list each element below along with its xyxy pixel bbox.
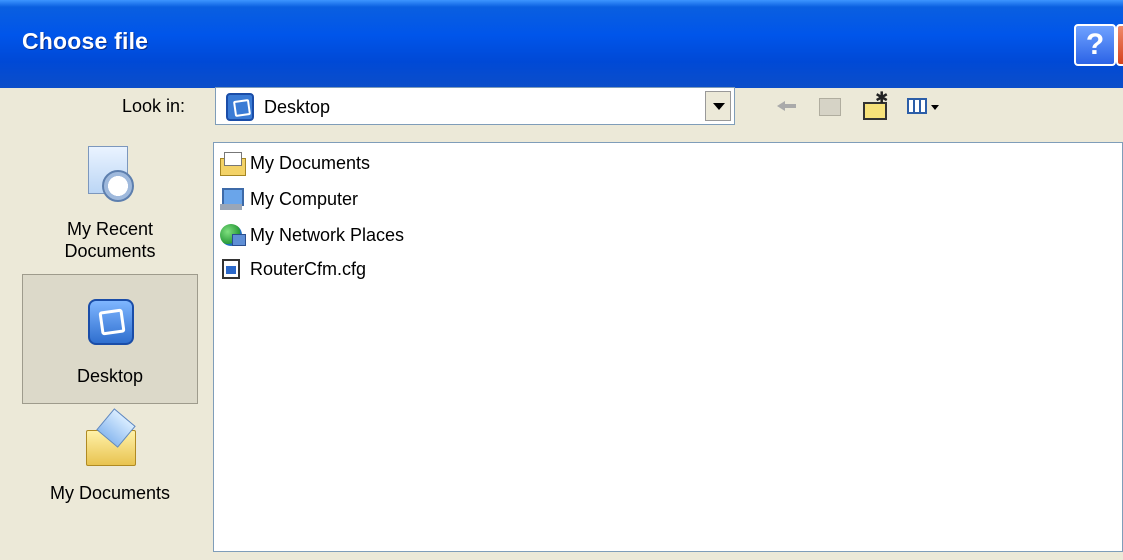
look-in-dropdown[interactable]: Desktop (215, 87, 735, 125)
cfg-file-icon (218, 256, 246, 282)
file-name: My Documents (250, 152, 371, 173)
my-documents-icon (218, 150, 246, 176)
file-name: RouterCfm.cfg (250, 258, 367, 279)
place-desktop[interactable]: Desktop (22, 274, 198, 404)
desktop-icon (226, 93, 254, 121)
my-computer-icon (218, 186, 246, 212)
place-label: My Documents (49, 483, 171, 503)
file-list[interactable]: My Documents My Computer My Network Plac… (213, 142, 1123, 552)
new-folder-icon[interactable] (861, 88, 891, 120)
look-in-value: Desktop (264, 97, 331, 117)
place-label: My Recent Documents (64, 219, 156, 261)
back-icon[interactable] (775, 92, 805, 120)
place-label: Desktop (76, 366, 144, 386)
window-title: Choose file (22, 28, 149, 54)
place-recent-documents[interactable]: My Recent Documents (22, 140, 198, 274)
close-button[interactable]: ✕ (1116, 24, 1123, 66)
my-network-places-icon (218, 222, 246, 248)
place-my-documents[interactable]: My Documents (22, 408, 198, 532)
list-item[interactable]: My Network Places (218, 221, 404, 249)
list-item[interactable]: RouterCfm.cfg (218, 255, 366, 283)
recent-documents-icon (80, 144, 140, 204)
list-item[interactable]: My Documents (218, 149, 370, 177)
dropdown-arrow-button[interactable] (705, 91, 731, 121)
my-documents-icon (80, 408, 140, 472)
title-bar: Choose file ? ✕ (0, 0, 1123, 88)
file-name: My Computer (250, 188, 359, 209)
help-button[interactable]: ? (1074, 24, 1116, 66)
look-in-label: Look in: (122, 96, 186, 116)
places-bar: My Recent Documents Desktop My Documents (22, 140, 200, 560)
up-folder-icon[interactable] (815, 92, 845, 120)
file-name: My Network Places (250, 224, 405, 245)
list-item[interactable]: My Computer (218, 185, 358, 213)
desktop-icon (80, 295, 140, 355)
views-menu-icon[interactable] (905, 92, 953, 120)
